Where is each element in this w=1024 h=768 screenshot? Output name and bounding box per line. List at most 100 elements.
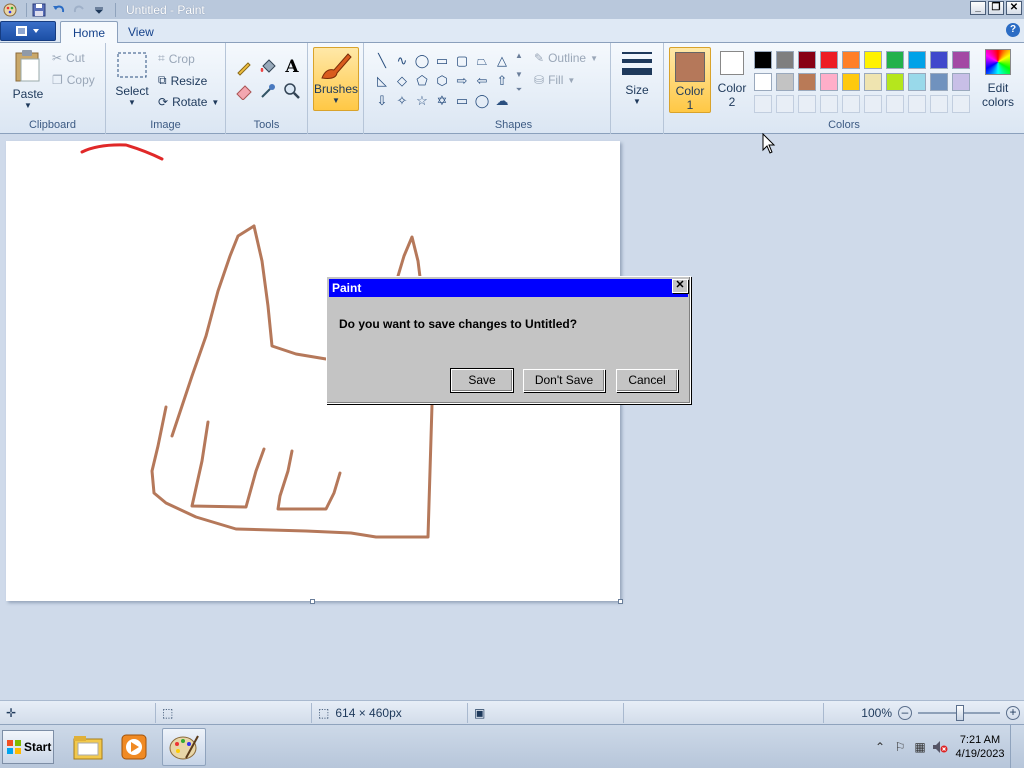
select-button[interactable]: Select ▼ — [112, 51, 152, 107]
copy-button[interactable]: ❐ Copy — [52, 73, 95, 87]
down-arrow-shape-icon[interactable]: ⇩ — [372, 91, 392, 111]
help-icon[interactable]: ? — [1006, 23, 1020, 37]
pentagon-shape-icon[interactable]: ⬠ — [412, 71, 432, 91]
volume-muted-icon[interactable] — [930, 737, 950, 757]
size-button[interactable]: Size ▼ — [619, 49, 655, 106]
edit-colors-button[interactable]: Edit colors — [976, 49, 1020, 109]
up-arrow-shape-icon[interactable]: ⇧ — [492, 71, 512, 91]
six-point-star-shape-icon[interactable]: ✡ — [432, 91, 452, 111]
color-swatch[interactable] — [798, 95, 816, 113]
triangle-shape-icon[interactable]: △ — [492, 51, 512, 71]
color-swatch[interactable] — [754, 51, 772, 69]
resize-handle-corner[interactable] — [618, 599, 623, 604]
fill-button[interactable]: ⛁ Fill ▼ — [534, 73, 575, 87]
oval-shape-icon[interactable]: ◯ — [412, 51, 432, 71]
scroll-down-icon[interactable]: ▼ — [515, 70, 523, 79]
color1-button[interactable]: Color 1 — [669, 47, 711, 113]
resize-button[interactable]: ⧉ Resize — [158, 73, 207, 88]
rounded-rectangle-shape-icon[interactable]: ▢ — [452, 51, 472, 71]
color-swatch[interactable] — [754, 73, 772, 91]
polygon-shape-icon[interactable]: ⏢ — [472, 51, 492, 71]
save-button[interactable]: Save — [450, 368, 514, 393]
show-desktop-button[interactable] — [1010, 725, 1024, 768]
canvas-workspace[interactable] — [0, 134, 1024, 700]
color-swatch[interactable] — [776, 73, 794, 91]
zoom-out-button[interactable]: – — [898, 706, 912, 720]
curve-shape-icon[interactable]: ∿ — [392, 51, 412, 71]
left-arrow-shape-icon[interactable]: ⇦ — [472, 71, 492, 91]
redo-icon[interactable] — [71, 2, 87, 18]
color2-button[interactable]: Color 2 — [714, 51, 750, 109]
show-hidden-icons-icon[interactable]: ⌃ — [870, 737, 890, 757]
right-arrow-shape-icon[interactable]: ⇨ — [452, 71, 472, 91]
five-point-star-shape-icon[interactable]: ☆ — [412, 91, 432, 111]
right-triangle-shape-icon[interactable]: ◺ — [372, 71, 392, 91]
close-button[interactable]: ✕ — [1006, 1, 1022, 15]
diamond-shape-icon[interactable]: ◇ — [392, 71, 412, 91]
color-picker-icon[interactable] — [256, 79, 280, 103]
oval-callout-shape-icon[interactable]: ◯ — [472, 91, 492, 111]
start-button[interactable]: Start — [2, 730, 54, 764]
color-swatch[interactable] — [754, 95, 772, 113]
tab-view[interactable]: View — [116, 21, 166, 43]
cancel-button[interactable]: Cancel — [616, 369, 678, 392]
network-icon[interactable]: ▦ — [910, 737, 930, 757]
zoom-slider[interactable] — [918, 705, 1000, 721]
eraser-icon[interactable] — [232, 79, 256, 103]
brushes-button[interactable]: Brushes ▼ — [313, 47, 359, 111]
paint-taskbar-button[interactable] — [162, 728, 206, 766]
color-swatch[interactable] — [820, 73, 838, 91]
color-swatch[interactable] — [776, 95, 794, 113]
color-swatch[interactable] — [842, 95, 860, 113]
undo-icon[interactable] — [51, 2, 67, 18]
tab-home[interactable]: Home — [60, 21, 119, 43]
color-swatch[interactable] — [842, 51, 860, 69]
color-swatch[interactable] — [908, 73, 926, 91]
color-swatch[interactable] — [886, 95, 904, 113]
cut-button[interactable]: ✂ Cut — [52, 51, 85, 65]
scroll-up-icon[interactable]: ▲ — [515, 51, 523, 60]
color-swatch[interactable] — [952, 95, 970, 113]
color-swatch[interactable] — [886, 51, 904, 69]
dont-save-button[interactable]: Don't Save — [523, 369, 605, 392]
resize-handle-bottom[interactable] — [310, 599, 315, 604]
paint-menu-button[interactable] — [0, 21, 56, 41]
action-center-flag-icon[interactable]: ⚐ — [890, 737, 910, 757]
gallery-expand-icon[interactable]: ⏷ — [516, 85, 522, 95]
color-swatch[interactable] — [908, 51, 926, 69]
restore-button[interactable]: ❐ — [988, 1, 1004, 15]
pencil-icon[interactable] — [232, 55, 256, 79]
four-point-star-shape-icon[interactable]: ✧ — [392, 91, 412, 111]
color-swatch[interactable] — [820, 51, 838, 69]
media-player-taskbar-button[interactable] — [112, 728, 156, 766]
fill-bucket-icon[interactable] — [256, 55, 280, 79]
paste-button[interactable]: Paste ▼ — [8, 49, 48, 110]
zoom-slider-thumb[interactable] — [956, 705, 964, 721]
line-shape-icon[interactable]: ╲ — [372, 51, 392, 71]
crop-button[interactable]: ⌗ Crop — [158, 51, 195, 66]
rectangle-shape-icon[interactable]: ▭ — [432, 51, 452, 71]
customize-qat-icon[interactable] — [91, 2, 107, 18]
cloud-callout-shape-icon[interactable]: ☁ — [492, 91, 512, 111]
color-swatch[interactable] — [930, 95, 948, 113]
zoom-in-button[interactable]: + — [1006, 706, 1020, 720]
color-swatch[interactable] — [930, 51, 948, 69]
explorer-taskbar-button[interactable] — [66, 728, 110, 766]
color-swatch[interactable] — [930, 73, 948, 91]
text-tool-icon[interactable]: A — [280, 55, 304, 79]
color-swatch[interactable] — [864, 95, 882, 113]
color-swatch[interactable] — [952, 73, 970, 91]
color-swatch[interactable] — [842, 73, 860, 91]
paint-app-icon[interactable] — [2, 2, 18, 18]
color-swatch[interactable] — [864, 73, 882, 91]
hexagon-shape-icon[interactable]: ⬡ — [432, 71, 452, 91]
rotate-button[interactable]: ⟳ Rotate ▼ — [158, 95, 219, 109]
color-swatch[interactable] — [820, 95, 838, 113]
minimize-button[interactable]: _ — [970, 1, 986, 15]
color-swatch[interactable] — [776, 51, 794, 69]
color-swatch[interactable] — [886, 73, 904, 91]
color-swatch[interactable] — [864, 51, 882, 69]
dialog-close-button[interactable]: ✕ — [672, 279, 688, 293]
save-icon[interactable] — [31, 2, 47, 18]
clock[interactable]: 7:21 AM 4/19/2023 — [950, 733, 1010, 761]
